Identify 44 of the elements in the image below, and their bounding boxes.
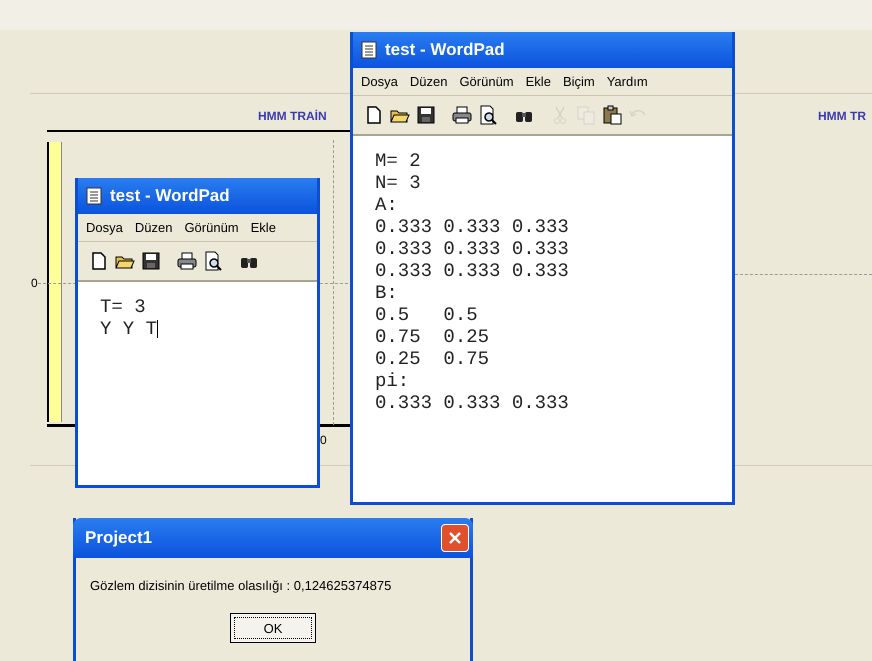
window-title: test - WordPad (110, 186, 230, 206)
document-line: T= 3 (100, 296, 146, 318)
document-line: Y Y T (100, 318, 158, 340)
axis-label: 0 (31, 276, 38, 290)
ok-button[interactable]: OK (230, 613, 316, 643)
menu-item[interactable]: Ekle (250, 220, 276, 235)
document-area[interactable]: M= 2 N= 3 A: 0.333 0.333 0.333 0.333 0.333 0.333 0.333 0.333 0.333 B: 0.5 0.5 0.75 0.25 0.25 0.75 pi: 0.333 0.333 0.333 (353, 136, 732, 502)
document-line: 0.333 0.333 0.333 (375, 392, 569, 414)
document-line: A: (375, 194, 398, 216)
menu-item[interactable]: Yardım (606, 74, 648, 89)
dialog-title: Project1 (85, 528, 152, 548)
menu-item[interactable]: Dosya (361, 74, 398, 89)
menu-item[interactable]: Görünüm (184, 220, 239, 235)
document-icon (361, 41, 377, 59)
document-line: 0.333 0.333 0.333 (375, 216, 569, 238)
chart-title: HMM TR (818, 109, 866, 123)
close-button[interactable] (441, 524, 469, 552)
document-line: 0.333 0.333 0.333 (375, 238, 569, 260)
menu-item[interactable]: Ekle (526, 74, 551, 89)
menu-item[interactable]: Düzen (410, 74, 448, 89)
menu-item[interactable]: Dosya (86, 220, 123, 235)
print-icon[interactable] (176, 250, 198, 272)
document-line: N= 3 (375, 172, 421, 194)
chart-title: HMM TRAİN (258, 109, 327, 123)
axis-label: 0 (320, 433, 327, 447)
document-area[interactable]: T= 3 Y Y T (78, 282, 317, 485)
print-icon[interactable] (451, 104, 473, 126)
clipboard-icon[interactable] (601, 104, 623, 126)
menu-item[interactable]: Düzen (134, 220, 172, 235)
menu-item[interactable]: Biçim (562, 74, 595, 89)
document-icon (86, 187, 102, 205)
save-icon[interactable] (415, 104, 437, 126)
document-line: B: (375, 282, 398, 304)
document-line: 0.333 0.333 0.333 (375, 260, 569, 282)
document-line: 0.25 0.75 (375, 348, 490, 370)
dialog-message: Gözlem dizisinin üretilme olasılığı : 0,124625374875 (90, 578, 392, 593)
document-line: M= 2 (375, 150, 421, 172)
menu-item[interactable]: Görünüm (459, 74, 514, 89)
document-line: 0.5 0.5 (375, 304, 478, 326)
save-icon[interactable] (140, 250, 162, 272)
document-line: pi: (375, 370, 410, 392)
document-line: 0.75 0.25 (375, 326, 490, 348)
window-title: test - WordPad (385, 40, 505, 60)
close-icon (448, 531, 462, 545)
